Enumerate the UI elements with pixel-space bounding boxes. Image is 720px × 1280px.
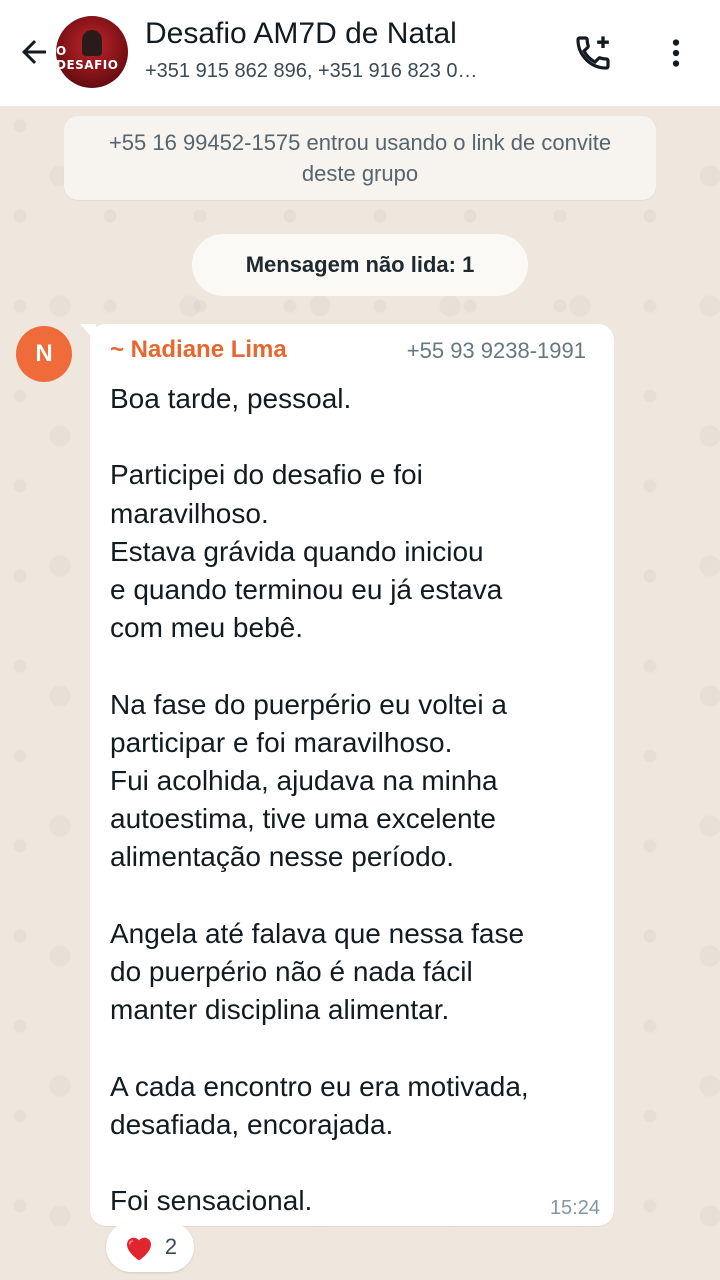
message-time: 15:24 — [549, 1197, 600, 1219]
add-call-button[interactable] — [568, 28, 618, 78]
back-button[interactable] — [12, 30, 56, 74]
reaction-pill[interactable]: 2 — [106, 1222, 194, 1272]
avatar-logo-text: O DESAFIO — [56, 44, 119, 72]
reaction-count: 2 — [164, 1234, 178, 1259]
chat-header: O DESAFIO Desafio AM7D de Natal +351 915… — [0, 0, 720, 106]
group-avatar[interactable]: O DESAFIO — [56, 16, 128, 88]
group-title: Desafio AM7D de Natal — [145, 17, 457, 50]
group-info[interactable]: Desafio AM7D de Natal +351 915 862 896, … — [145, 14, 565, 86]
heart-icon — [123, 1232, 155, 1262]
unread-messages-banner: Mensagem não lida: 1 — [192, 234, 528, 296]
more-options-button[interactable] — [652, 28, 700, 78]
more-vertical-icon — [672, 39, 680, 67]
message-text: Boa tarde, pessoal. Participei do desafi… — [110, 383, 529, 1217]
sender-phone: +55 93 9238-1991 — [406, 338, 586, 363]
sender-name[interactable]: ~ Nadiane Lima — [110, 336, 287, 364]
group-participants: +351 915 862 896, +351 916 823 0… — [145, 60, 478, 82]
system-message-joined: +55 16 99452-1575 entrou usando o link d… — [64, 116, 656, 200]
add-call-icon — [576, 36, 610, 70]
message-bubble[interactable]: ~ Nadiane Lima +55 93 9238-1991 Boa tard… — [90, 324, 614, 1226]
arrow-left-icon — [22, 40, 46, 64]
sender-avatar[interactable]: N — [16, 326, 72, 382]
